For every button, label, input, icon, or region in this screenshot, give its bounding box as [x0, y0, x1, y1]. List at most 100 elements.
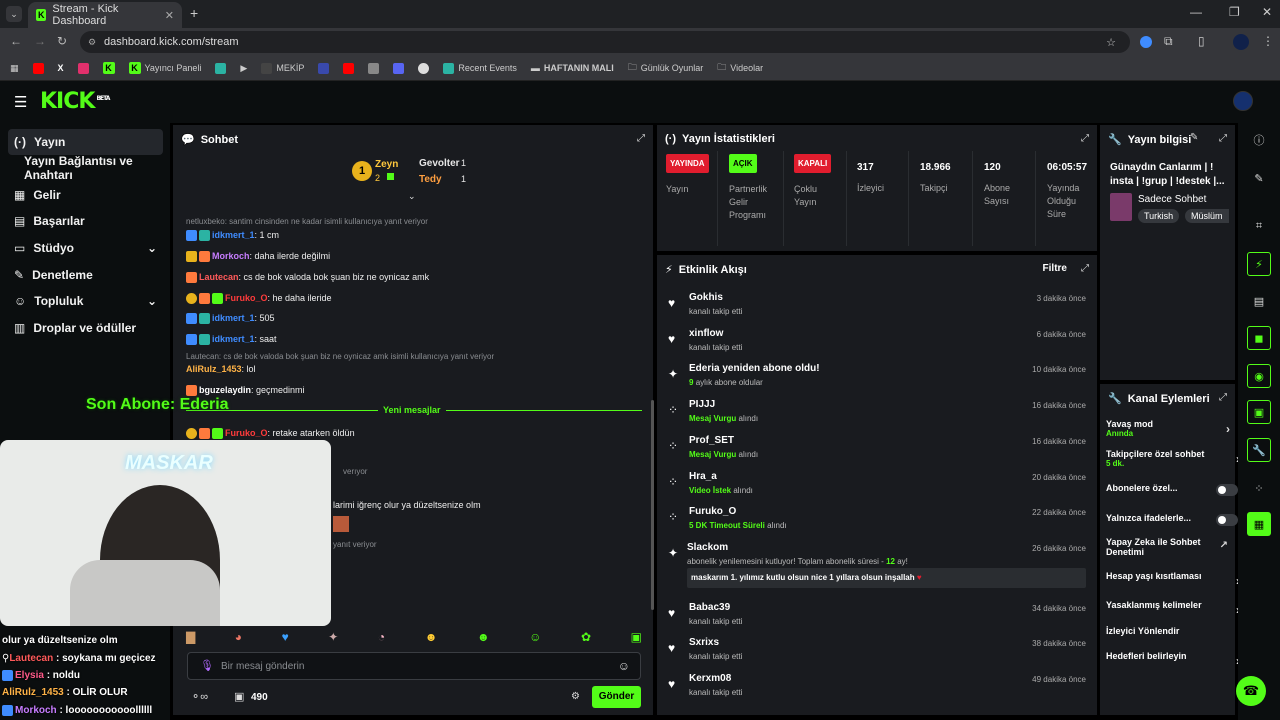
kick-emote-icon[interactable]: ▣ — [631, 630, 642, 648]
browser-menu-icon[interactable]: ⋮ — [1262, 34, 1274, 48]
heart-emote-icon[interactable]: ♥ — [282, 630, 289, 648]
kicks-infinite-icon[interactable]: ⚬∞ — [191, 690, 208, 703]
chat-username[interactable]: idkmert_1 — [212, 313, 255, 323]
chat-scrollbar[interactable] — [651, 400, 654, 610]
bookmark-mekip[interactable]: MEKİP — [261, 62, 304, 74]
chat-bubble-icon[interactable]: ◼ — [1247, 326, 1271, 350]
chat-settings-icon[interactable]: ⚙ — [571, 691, 580, 702]
mod-tools-icon[interactable]: 🔧 — [1247, 438, 1271, 462]
popout-icon[interactable]: ⤢ — [1081, 263, 1089, 274]
back-icon[interactable]: ← — [10, 34, 22, 48]
chat-username[interactable]: Furuko_O — [225, 293, 268, 303]
sidebar-item-gelir[interactable]: ▦ Gelir — [8, 182, 163, 208]
action-yavas-mod[interactable]: Yavaş mod Anında › — [1106, 419, 1230, 438]
url-field[interactable]: ⚙ dashboard.kick.com/stream ☆ — [80, 31, 1130, 53]
action-izleyici-yonlendir[interactable]: İzleyici Yönlendir — [1106, 626, 1230, 636]
kick-emote-icon[interactable]: ☻ — [477, 630, 490, 648]
instagram-bookmark-icon[interactable] — [77, 62, 89, 74]
popout-icon[interactable]: ⤢ — [1219, 133, 1227, 144]
subscribers-only-toggle[interactable] — [1216, 484, 1238, 496]
popout-icon[interactable]: ⤢ — [637, 133, 645, 144]
chat-username[interactable]: Morkoch — [212, 251, 250, 261]
action-yasaklanmis-kelimeler[interactable]: Yasaklanmış kelimeler› — [1106, 600, 1240, 617]
emote-icon[interactable]: ✦ — [328, 630, 338, 648]
sidebar-item-yayin[interactable]: (·) Yayın — [8, 129, 163, 155]
action-hedefleri-belirleyin[interactable]: Hedefleri belirleyin› — [1106, 651, 1240, 668]
emoji-picker-icon[interactable]: ☺ — [618, 659, 630, 673]
action-yapay-zeka-denetimi[interactable]: Yapay Zeka ile Sohbet Denetimi ↗ — [1106, 537, 1228, 557]
close-window-icon[interactable]: ✕ — [1262, 5, 1272, 19]
tab-list-button[interactable]: ⌄ — [6, 6, 22, 22]
kicks-icon[interactable]: ⁘ — [1247, 476, 1271, 500]
microphone-icon[interactable]: 🎙 — [200, 659, 214, 672]
bookmark-recent-events[interactable]: Recent Events — [443, 62, 517, 74]
play-bookmark-icon[interactable]: ▶ — [240, 63, 247, 74]
channel-points-icon[interactable]: ▣ — [234, 690, 244, 703]
lightning-icon[interactable]: ⚡ — [1247, 252, 1271, 276]
collapse-leaderboard-icon[interactable]: ⌄ — [408, 191, 416, 202]
reload-icon[interactable]: ↻ — [57, 34, 67, 48]
edit-stream-icon[interactable]: ✎ — [1247, 166, 1271, 190]
broadcast-icon[interactable]: ◉ — [1247, 364, 1271, 388]
support-chat-icon[interactable]: ☎ — [1236, 676, 1266, 706]
bookmark-icon[interactable] — [215, 62, 227, 74]
emote-icon[interactable]: ☻ — [425, 630, 438, 648]
filter-button[interactable]: Filtre — [1043, 263, 1067, 274]
kick-emote-icon[interactable]: ✿ — [581, 630, 591, 648]
side-panel-icon[interactable]: ▯ — [1198, 34, 1205, 48]
send-button[interactable]: Gönder — [592, 686, 641, 708]
chat-username[interactable]: Furuko_O — [225, 428, 268, 438]
chat-username[interactable]: bguzelaydin — [199, 385, 251, 395]
hamburger-menu-icon[interactable]: ☰ — [14, 93, 27, 111]
edit-icon[interactable]: ✎ — [1190, 132, 1198, 143]
chat-username[interactable]: AliRulz_1453 — [186, 364, 242, 374]
bookmark-videolar[interactable]: 🗀 Videolar — [717, 60, 763, 76]
bookmark-star-icon[interactable]: ☆ — [1106, 36, 1116, 49]
new-tab-icon[interactable]: + — [190, 5, 198, 21]
action-takipcilere-ozel[interactable]: Takipçilere özel sohbet5 dk.› — [1106, 449, 1240, 468]
emote-icon[interactable]: ◕ — [235, 630, 242, 648]
clip-icon[interactable]: ⌗ — [1247, 214, 1271, 238]
bookmark-gunluk-oyunlar[interactable]: 🗀 Günlük Oyunlar — [628, 60, 704, 76]
popout-icon[interactable]: ⤢ — [1219, 392, 1227, 403]
emotes-only-toggle[interactable] — [1216, 514, 1238, 526]
action-hesap-yasi[interactable]: Hesap yaşı kısıtlaması› — [1106, 571, 1240, 588]
emote-icon[interactable]: ▇ — [186, 630, 195, 648]
youtube-bookmark-icon[interactable] — [32, 62, 44, 74]
minimize-icon[interactable]: — — [1190, 5, 1202, 19]
info-icon[interactable]: ⓘ — [1247, 128, 1271, 152]
bookmark-icon[interactable] — [318, 62, 330, 74]
forward-icon[interactable]: → — [34, 34, 46, 48]
restore-icon[interactable]: ❐ — [1229, 5, 1240, 19]
emote-icon[interactable]: ◔ — [378, 630, 385, 648]
apps-icon[interactable]: ▦ — [10, 63, 19, 74]
chat-username[interactable]: idkmert_1 — [212, 230, 255, 240]
sidebar-item-studyo[interactable]: ▭ Stüdyo ⌄ — [8, 235, 163, 261]
notes-icon[interactable]: ▤ — [1247, 289, 1271, 313]
profile-avatar[interactable] — [1233, 34, 1249, 50]
discord-bookmark-icon[interactable] — [393, 62, 405, 74]
sidebar-item-denetleme[interactable]: ✎ Denetleme — [8, 262, 163, 288]
kick-emote-icon[interactable]: ☺ — [529, 630, 541, 648]
browser-tab[interactable]: K Stream - Kick Dashboard ✕ — [28, 2, 182, 28]
tab-close-icon[interactable]: ✕ — [165, 9, 174, 22]
image-bookmark-icon[interactable] — [368, 62, 380, 74]
kick-logo[interactable]: KICK BETA — [40, 89, 110, 114]
x-bookmark-icon[interactable]: X — [58, 63, 64, 73]
user-avatar[interactable] — [1233, 91, 1253, 111]
stream-info-icon[interactable]: ▣ — [1247, 400, 1271, 424]
extensions-puzzle-icon[interactable]: ⧉ — [1164, 34, 1173, 49]
chat-username[interactable]: Lautecan — [199, 272, 239, 282]
popout-icon[interactable]: ⤢ — [1081, 133, 1089, 144]
bookmark-yayinci-paneli[interactable]: K Yayıncı Paneli — [128, 62, 201, 74]
chat-username[interactable]: idkmert_1 — [212, 334, 255, 344]
clapperboard-icon[interactable]: ▦ — [1247, 512, 1271, 536]
site-info-icon[interactable]: ⚙ — [88, 37, 96, 48]
sidebar-item-yayin-baglantisi[interactable]: Yayın Bağlantısı ve Anahtarı — [18, 154, 173, 182]
bookmark-haftanin-mali[interactable]: ▬ HAFTANIN MALI — [531, 63, 614, 73]
kick-bookmark-icon[interactable]: K — [102, 62, 115, 74]
sidebar-item-droplar[interactable]: ▥ Droplar ve ödüller — [8, 315, 163, 341]
sidebar-item-topluluk[interactable]: ☺ Topluluk ⌄ — [8, 288, 163, 314]
youtube-bookmark-icon[interactable] — [343, 62, 355, 74]
github-bookmark-icon[interactable] — [418, 62, 430, 74]
